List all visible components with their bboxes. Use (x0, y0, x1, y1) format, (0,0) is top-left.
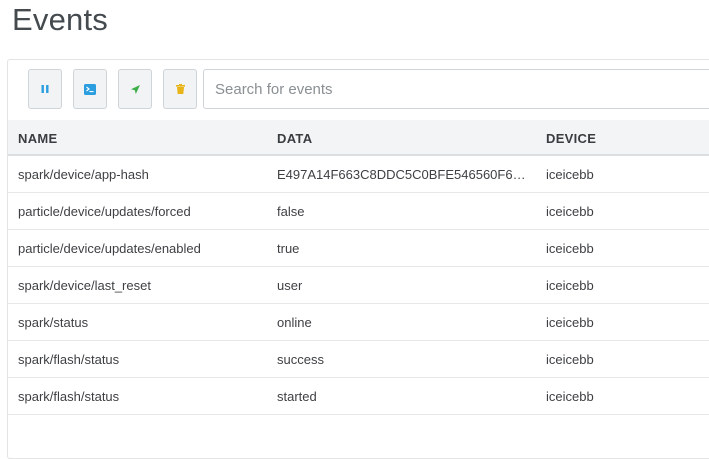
event-name: spark/device/last_reset (18, 278, 151, 293)
table-row[interactable]: spark/device/last_reset user iceicebb (8, 267, 709, 304)
event-name: particle/device/updates/enabled (18, 241, 201, 256)
event-data: true (277, 241, 300, 256)
event-name: particle/device/updates/forced (18, 204, 191, 219)
clear-button[interactable] (163, 69, 197, 109)
search-input[interactable] (203, 69, 709, 109)
publish-button[interactable] (118, 69, 152, 109)
event-device: iceicebb (546, 204, 594, 219)
event-data: success (277, 352, 324, 367)
table-row[interactable]: spark/status online iceicebb (8, 304, 709, 341)
table-row[interactable]: spark/flash/status success iceicebb (8, 341, 709, 378)
event-name: spark/flash/status (18, 389, 120, 404)
event-device: iceicebb (546, 167, 594, 182)
column-header-name[interactable]: NAME (18, 131, 57, 146)
event-device: iceicebb (546, 315, 594, 330)
table-row[interactable]: particle/device/updates/enabled true ice… (8, 230, 709, 267)
table-row[interactable]: spark/flash/status started iceicebb (8, 378, 709, 415)
column-header-device[interactable]: DEVICE (546, 131, 596, 146)
trash-icon (175, 84, 185, 94)
event-device: iceicebb (546, 241, 594, 256)
event-name: spark/status (18, 315, 89, 330)
pause-button[interactable] (28, 69, 62, 109)
terminal-button[interactable] (73, 69, 107, 109)
event-data: E497A14F663C8DDC5C0BFE546560F6… (277, 167, 526, 182)
column-header-data[interactable]: DATA (277, 131, 312, 146)
event-name: spark/flash/status (18, 352, 120, 367)
event-name: spark/device/app-hash (18, 167, 149, 182)
terminal-icon (84, 83, 96, 95)
event-device: iceicebb (546, 278, 594, 293)
event-data: online (277, 315, 312, 330)
events-table: NAME DATA DEVICE spark/device/app-hash E… (8, 120, 709, 415)
pause-icon (40, 84, 50, 94)
events-panel: NAME DATA DEVICE spark/device/app-hash E… (7, 59, 709, 459)
send-icon (130, 84, 141, 95)
event-data: started (277, 389, 317, 404)
event-data: user (277, 278, 303, 293)
table-header: NAME DATA DEVICE (8, 120, 709, 156)
table-row[interactable]: spark/device/app-hash E497A14F663C8DDC5C… (8, 156, 709, 193)
event-data: false (277, 204, 305, 219)
table-row[interactable]: particle/device/updates/forced false ice… (8, 193, 709, 230)
event-device: iceicebb (546, 352, 594, 367)
event-device: iceicebb (546, 389, 594, 404)
page-title: Events (12, 2, 108, 37)
